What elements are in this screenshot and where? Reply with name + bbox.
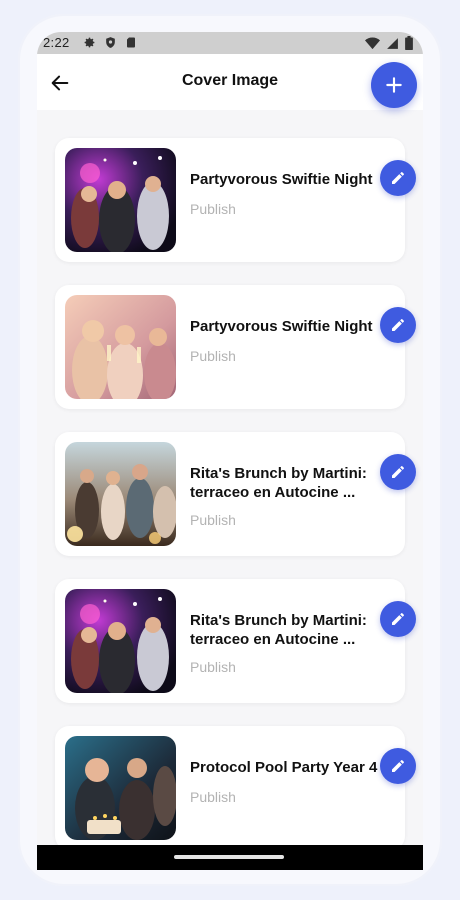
list-item[interactable]: Protocol Pool Party Year 4 Publish (55, 726, 405, 850)
battery-icon (405, 36, 413, 50)
status-label: Publish (190, 348, 236, 364)
edit-button[interactable] (380, 601, 416, 637)
app-screen: 2:22 Cover Image Partyvorous Swiftie Nig… (37, 32, 423, 870)
list-item[interactable]: Rita's Brunch by Martini: terraceo en Au… (55, 579, 405, 703)
card-title: Rita's Brunch by Martini: terraceo en Au… (190, 612, 367, 648)
pencil-icon (392, 613, 404, 625)
pencil-icon (392, 760, 404, 772)
card-title: Protocol Pool Party Year 4 (190, 759, 378, 776)
list-item[interactable]: Partyvorous Swiftie Night Publish (55, 285, 405, 409)
card-title: Rita's Brunch by Martini: terraceo en Au… (190, 465, 367, 501)
pencil-icon (392, 172, 404, 184)
status-label: Publish (190, 201, 236, 217)
status-label: Publish (190, 659, 236, 675)
status-label: Publish (190, 789, 236, 805)
list-item[interactable]: Partyvorous Swiftie Night Publish (55, 138, 405, 262)
plus-icon (386, 77, 402, 93)
card-title: Partyvorous Swiftie Night (190, 318, 373, 335)
signal-icon (387, 37, 398, 49)
edit-button[interactable] (380, 454, 416, 490)
home-indicator[interactable] (174, 855, 284, 859)
rooftop-party-photo (65, 442, 176, 546)
status-time: 2:22 (43, 35, 70, 50)
birthday-cake-photo (65, 736, 176, 840)
pencil-icon (392, 466, 404, 478)
pencil-icon (392, 319, 404, 331)
shield-icon (106, 37, 115, 48)
status-label: Publish (190, 512, 236, 528)
list-item[interactable]: Rita's Brunch by Martini: terraceo en Au… (55, 432, 405, 556)
party-crowd-photo (65, 589, 176, 693)
edit-button[interactable] (380, 307, 416, 343)
party-crowd-photo (65, 148, 176, 252)
app-bar: Cover Image (37, 54, 423, 110)
status-bar: 2:22 (37, 32, 423, 54)
edit-button[interactable] (380, 748, 416, 784)
wifi-icon (365, 37, 380, 49)
card-title: Partyvorous Swiftie Night (190, 171, 373, 188)
sd-card-icon (127, 37, 135, 48)
add-button[interactable] (371, 62, 417, 108)
navigation-bar (37, 845, 423, 870)
edit-button[interactable] (380, 160, 416, 196)
page-title: Cover Image (181, 72, 279, 89)
friends-toasting-photo (65, 295, 176, 399)
gear-icon (84, 37, 95, 48)
